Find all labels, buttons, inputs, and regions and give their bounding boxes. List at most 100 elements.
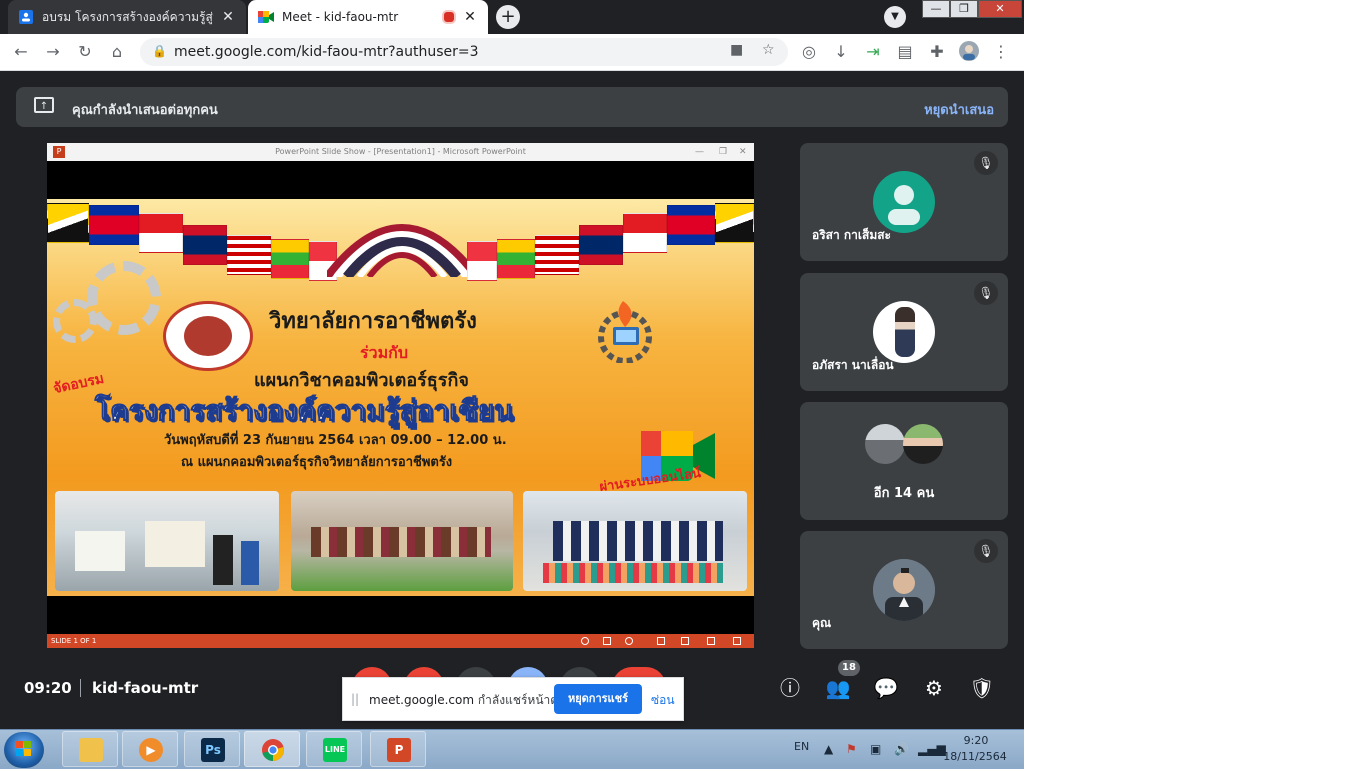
maximize-button[interactable]: ❐ bbox=[950, 0, 978, 18]
taskbar-explorer[interactable] bbox=[62, 731, 118, 767]
hide-bar-button[interactable]: ซ่อน bbox=[651, 691, 675, 710]
tab-close-icon[interactable]: ✕ bbox=[462, 9, 478, 25]
avatar bbox=[865, 424, 905, 464]
participant-name: อริสา กาเส็มสะ bbox=[812, 228, 892, 242]
share-message: meet.google.com กำลังแชร์หน้าต่าง bbox=[369, 693, 571, 707]
more-participants-label: อีก 14 คน bbox=[873, 486, 935, 501]
info-icon[interactable]: ⓘ bbox=[777, 675, 803, 701]
back-icon[interactable]: ← bbox=[10, 41, 32, 63]
divider bbox=[80, 679, 81, 697]
philippines-flag bbox=[467, 241, 497, 281]
taskbar-media-player[interactable]: ▶ bbox=[122, 731, 178, 767]
powerpoint-titlebar: P PowerPoint Slide Show - [Presentation1… bbox=[47, 143, 754, 161]
mic-off-icon: 🎙 bbox=[974, 151, 998, 175]
taskbar-chrome[interactable] bbox=[244, 731, 300, 767]
tab-close-icon[interactable]: ✕ bbox=[220, 9, 236, 25]
avatar bbox=[903, 424, 943, 464]
translate-extension-icon[interactable]: ▤ bbox=[894, 41, 916, 63]
drag-handle-icon[interactable]: || bbox=[351, 692, 359, 706]
college-seal-logo bbox=[163, 301, 253, 371]
show-hidden-icons[interactable]: ▲ bbox=[824, 742, 833, 756]
slide-nav-icon bbox=[625, 637, 633, 645]
event-photo bbox=[291, 491, 513, 591]
tab-title: Meet - kid-faou-mtr bbox=[282, 10, 399, 24]
slide-headline: โครงการสร้างองค์ความรู้สู่อาเซียน bbox=[94, 394, 514, 428]
host-controls-icon[interactable]: 🛡 bbox=[969, 675, 995, 701]
browser-toolbar: ← → ↻ ⌂ 🔒 meet.google.com/kid-faou-mtr?a… bbox=[0, 34, 1024, 71]
avatar bbox=[873, 559, 935, 621]
tab-meet[interactable]: Meet - kid-faou-mtr ✕ bbox=[248, 0, 488, 34]
tab-search-icon[interactable]: ▼ bbox=[884, 6, 906, 28]
extension-icon[interactable]: ◎ bbox=[798, 41, 820, 63]
mic-off-icon: 🎙 bbox=[974, 281, 998, 305]
brunei-flag-right bbox=[715, 203, 754, 243]
chrome-icon bbox=[261, 738, 285, 762]
activities-icon[interactable]: ⚙ bbox=[921, 675, 947, 701]
action-center-icon[interactable]: ⚑ bbox=[846, 742, 857, 756]
url-text[interactable]: meet.google.com/kid-faou-mtr?authuser=3 bbox=[174, 44, 479, 60]
minimize-button[interactable]: — bbox=[922, 0, 950, 18]
myanmar-flag bbox=[271, 239, 309, 279]
sign-in-extension-icon[interactable]: ⇥ bbox=[862, 41, 884, 63]
powerpoint-icon: P bbox=[387, 738, 411, 762]
thai-arch-icon bbox=[327, 224, 477, 277]
cambodia-flag-right bbox=[667, 205, 715, 245]
folder-icon bbox=[79, 738, 103, 762]
slide-counter: SLIDE 1 OF 1 bbox=[51, 637, 97, 645]
presented-screen: P PowerPoint Slide Show - [Presentation1… bbox=[47, 143, 754, 648]
profile-avatar-icon[interactable] bbox=[958, 41, 980, 63]
myanmar-flag-right bbox=[497, 239, 535, 279]
powerpoint-statusbar: SLIDE 1 OF 1 bbox=[47, 634, 754, 648]
gear-icon bbox=[87, 261, 161, 335]
reload-icon[interactable]: ↻ bbox=[74, 41, 96, 63]
people-icon[interactable]: 👥 bbox=[825, 675, 851, 701]
lock-icon[interactable]: 🔒 bbox=[152, 44, 167, 58]
powerpoint-window-title: PowerPoint Slide Show - [Presentation1] … bbox=[275, 147, 526, 156]
participant-tile-self[interactable]: 🎙 คุณ bbox=[800, 531, 1008, 649]
event-photo bbox=[523, 491, 747, 591]
participant-tile[interactable]: 🎙 อภัสรา นาเลื่อน bbox=[800, 273, 1008, 391]
puzzle-extensions-icon[interactable]: ✚ bbox=[926, 41, 948, 63]
event-photo bbox=[55, 491, 279, 591]
slide-date: วันพฤหัสบดีที่ 23 กันยายน 2564 เวลา 09.0… bbox=[164, 433, 507, 448]
language-indicator[interactable]: EN bbox=[794, 740, 809, 753]
taskbar-photoshop[interactable]: Ps bbox=[184, 731, 240, 767]
new-tab-button[interactable]: + bbox=[496, 5, 520, 29]
presenting-banner: ↑ คุณกำลังนำเสนอต่อทุกคน หยุดนำเสนอ bbox=[16, 87, 1008, 127]
pp-restore-icon: ❐ bbox=[719, 147, 728, 157]
device-icon[interactable]: ▣ bbox=[870, 742, 881, 756]
volume-icon[interactable]: 🔊 bbox=[894, 742, 909, 756]
powerpoint-icon: P bbox=[53, 146, 65, 158]
forward-icon[interactable]: → bbox=[42, 41, 64, 63]
close-window-button[interactable]: ✕ bbox=[978, 0, 1022, 18]
bookmark-star-icon[interactable]: ☆ bbox=[762, 42, 775, 58]
camera-icon[interactable]: ■ bbox=[730, 42, 743, 58]
menu-kebab-icon[interactable]: ⋮ bbox=[990, 41, 1012, 63]
meet-stage: ↑ คุณกำลังนำเสนอต่อทุกคน หยุดนำเสนอ P Po… bbox=[0, 71, 1024, 729]
taskbar-date[interactable]: 18/11/2564 bbox=[940, 750, 1010, 763]
meeting-clock: 09:20 bbox=[24, 679, 72, 697]
tab-bar: อบรม โครงการสร้างองค์ความรู้สู่อาเซีย ✕ … bbox=[0, 0, 1024, 34]
home-icon[interactable]: ⌂ bbox=[106, 41, 128, 63]
taskbar-line[interactable]: LINE bbox=[306, 731, 362, 767]
media-player-icon: ▶ bbox=[139, 738, 163, 762]
start-button[interactable] bbox=[4, 732, 44, 768]
more-participants-tile[interactable]: อีก 14 คน bbox=[800, 402, 1008, 520]
stop-presenting-button[interactable]: หยุดนำเสนอ bbox=[924, 99, 994, 120]
meet-icon bbox=[258, 9, 274, 25]
download-icon[interactable]: ↓ bbox=[830, 41, 852, 63]
chat-icon[interactable]: 💬 bbox=[873, 675, 899, 701]
participant-name: คุณ bbox=[812, 616, 832, 630]
address-bar[interactable]: 🔒 meet.google.com/kid-faou-mtr?authuser=… bbox=[140, 38, 788, 66]
tab-training[interactable]: อบรม โครงการสร้างองค์ความรู้สู่อาเซีย ✕ bbox=[8, 0, 246, 34]
stop-sharing-button[interactable]: หยุดการแชร์ bbox=[554, 684, 642, 714]
slide-with-text: ร่วมกับ bbox=[360, 343, 408, 362]
slide-place: ณ แผนกคอมพิวเตอร์ธุรกิจวิทยาลัยการอาชีพต… bbox=[181, 455, 453, 470]
participant-tile[interactable]: 🎙 อริสา กาเส็มสะ bbox=[800, 143, 1008, 261]
cambodia-flag bbox=[89, 205, 139, 245]
taskbar-time[interactable]: 9:20 bbox=[948, 734, 1004, 747]
present-screen-icon: ↑ bbox=[34, 97, 54, 113]
taskbar-powerpoint[interactable]: P bbox=[370, 731, 426, 767]
slide-nav-icon bbox=[581, 637, 589, 645]
meeting-code: kid-faou-mtr bbox=[92, 679, 199, 697]
